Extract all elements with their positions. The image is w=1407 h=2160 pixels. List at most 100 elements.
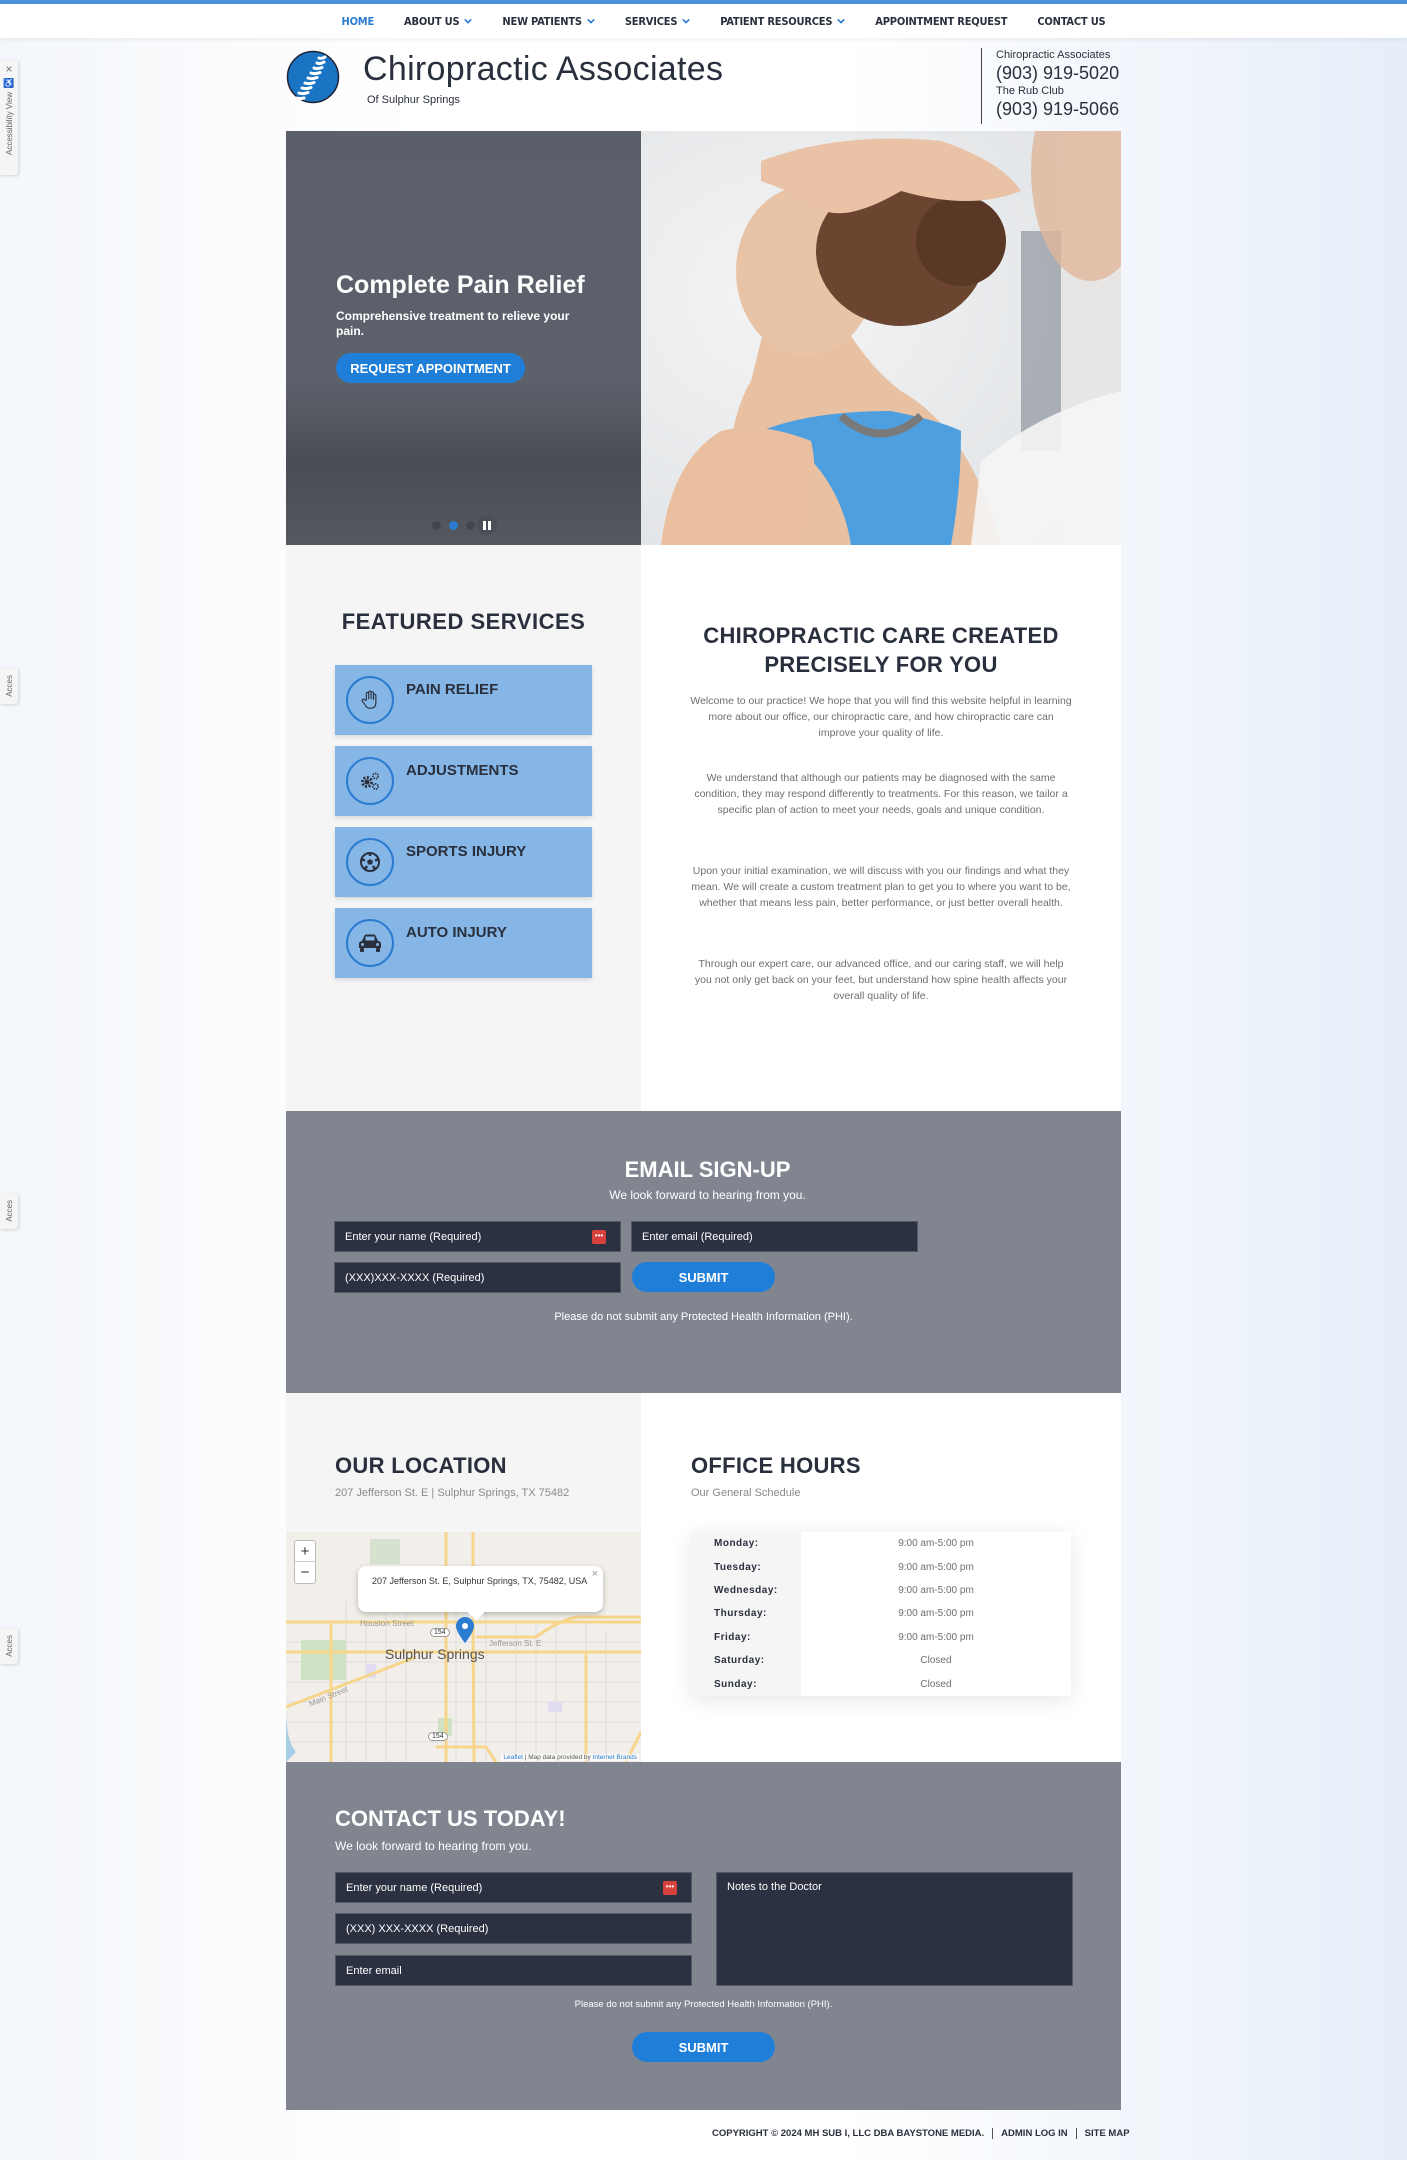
nav-item-contact-us[interactable]: CONTACT US <box>1022 15 1120 28</box>
contact-notes-field[interactable] <box>716 1872 1073 1986</box>
accessibility-view-label: Accessibility View <box>4 92 14 155</box>
hours-day: Thursday: <box>691 1602 801 1626</box>
location-map[interactable]: + − Houston Street Jefferson St. E Main … <box>286 1532 641 1762</box>
care-title: CHIROPRACTIC CARE CREATED PRECISELY FOR … <box>703 623 1059 677</box>
hours-day: Tuesday: <box>691 1555 801 1579</box>
copyright: COPYRIGHT © 2024 MH SUB I, LLC DBA BAYST… <box>712 2128 985 2139</box>
notes-textarea[interactable] <box>727 1881 1072 1981</box>
accessibility-tab-label: Acces <box>4 1200 14 1222</box>
nav-item-new-patients[interactable]: NEW PATIENTS <box>487 15 609 28</box>
slide-dot[interactable] <box>432 520 441 530</box>
signup-email-input[interactable] <box>642 1230 917 1243</box>
hours-day: Saturday: <box>691 1648 801 1673</box>
phone-link[interactable]: (903) 919-5066 <box>996 98 1119 120</box>
close-icon[interactable]: × <box>5 62 12 76</box>
accessibility-view-tab[interactable]: × ♿ Accessibility View <box>0 60 18 175</box>
nav-item-services[interactable]: SERVICES <box>610 15 705 28</box>
admin-login-link[interactable]: ADMIN LOG IN <box>1001 2128 1068 2139</box>
password-manager-icon[interactable]: ••• <box>592 1229 606 1244</box>
brand-name[interactable]: Chiropractic Associates <box>363 50 723 89</box>
contact-name-input[interactable] <box>346 1881 691 1894</box>
signup-submit-button[interactable]: SUBMIT <box>632 1262 775 1292</box>
contact-phone-field[interactable] <box>335 1913 692 1944</box>
signup-subtitle: We look forward to hearing from you. <box>609 1188 806 1202</box>
hours-time: 9:00 am-5:00 pm <box>898 1631 974 1643</box>
site-map-link[interactable]: SITE MAP <box>1085 2128 1130 2139</box>
slide-dot[interactable] <box>466 520 475 530</box>
hero-slider: Complete Pain Relief Comprehensive treat… <box>286 131 1121 545</box>
service-label: SPORTS INJURY <box>406 843 527 860</box>
route-shield: 154 <box>430 1628 450 1637</box>
close-icon[interactable]: × <box>592 1569 598 1580</box>
nav-item-about-us[interactable]: ABOUT US <box>389 15 487 28</box>
slider-dots <box>432 515 497 535</box>
hours-time: 9:00 am-5:00 pm <box>898 1584 974 1596</box>
signup-name-field[interactable]: ••• <box>334 1221 621 1252</box>
slide-dot-active[interactable] <box>449 520 458 530</box>
nav-item-patient-resources[interactable]: PATIENT RESOURCES <box>705 15 860 28</box>
contact-subtitle: We look forward to hearing from you. <box>335 1839 532 1853</box>
zoom-out-button[interactable]: − <box>295 1562 315 1583</box>
service-pain-relief[interactable]: PAIN RELIEF <box>335 665 592 735</box>
request-appointment-button[interactable]: REQUEST APPOINTMENT <box>336 353 525 383</box>
nav-label: NEW PATIENTS <box>502 14 582 28</box>
city-label: Sulphur Springs <box>385 1646 485 1662</box>
signup-phone-input[interactable] <box>345 1271 620 1284</box>
contact-email-field[interactable] <box>335 1955 692 1986</box>
accessibility-tab[interactable]: Acces <box>0 1628 18 1664</box>
spine-icon <box>286 50 340 104</box>
hours-time: 9:00 am-5:00 pm <box>898 1608 974 1620</box>
service-auto-injury[interactable]: AUTO INJURY <box>335 908 592 978</box>
provider-link[interactable]: Internet Brands <box>593 1754 637 1761</box>
chiropractor-photo <box>641 131 1121 545</box>
contact-submit-button[interactable]: SUBMIT <box>632 2032 775 2062</box>
contact-phone-input[interactable] <box>346 1922 691 1935</box>
service-sports-injury[interactable]: SPORTS INJURY <box>335 827 592 897</box>
street-label: Houston Street <box>360 1619 414 1628</box>
hours-table: Monday: 9:00 am-5:00 pm Tuesday: 9:00 am-5:… <box>691 1532 1071 1696</box>
signup-phone-field[interactable] <box>334 1262 621 1293</box>
location-address: 207 Jefferson St. E | Sulphur Springs, T… <box>335 1487 570 1499</box>
hours-row: Sunday: Closed <box>691 1672 1071 1696</box>
accessibility-tab[interactable]: Acces <box>0 1193 18 1229</box>
car-icon <box>359 934 381 952</box>
map-marker-icon[interactable] <box>456 1617 474 1643</box>
signup-name-input[interactable] <box>345 1230 620 1243</box>
contact-email-input[interactable] <box>346 1964 691 1977</box>
chevron-down-icon <box>682 18 691 24</box>
nav-label: ABOUT US <box>404 14 460 28</box>
signup-email-field[interactable] <box>631 1221 918 1252</box>
hours-day: Sunday: <box>691 1672 801 1696</box>
phone-link[interactable]: (903) 919-5020 <box>996 62 1119 84</box>
hours-row: Saturday: Closed <box>691 1648 1071 1673</box>
pause-button[interactable] <box>477 515 497 535</box>
hours-row: Wednesday: 9:00 am-5:00 pm <box>691 1578 1071 1603</box>
contact-name-field[interactable]: ••• <box>335 1872 692 1903</box>
divider <box>1075 2128 1077 2139</box>
accessibility-tab[interactable]: Acces <box>0 668 18 704</box>
password-manager-icon[interactable]: ••• <box>663 1880 677 1895</box>
care-paragraph: We understand that although our patients… <box>694 772 1068 816</box>
hours-time: Closed <box>920 1655 952 1667</box>
hand-icon <box>361 690 377 709</box>
nav-item-appointment-request[interactable]: APPOINTMENT REQUEST <box>860 15 1022 28</box>
nav-label: CONTACT US <box>1037 14 1106 28</box>
hours-day: Monday: <box>691 1532 801 1556</box>
wheelchair-icon: ♿ <box>3 78 15 88</box>
logo[interactable] <box>286 50 340 104</box>
hours-row: Thursday: 9:00 am-5:00 pm <box>691 1602 1071 1626</box>
hours-day: Wednesday: <box>691 1578 801 1603</box>
brand-subtitle: Of Sulphur Springs <box>367 94 460 106</box>
service-adjustments[interactable]: ADJUSTMENTS <box>335 746 592 816</box>
location-panel: OUR LOCATION 207 Jefferson St. E | Sulph… <box>286 1393 641 1762</box>
email-signup-section: EMAIL SIGN-UP We look forward to hearing… <box>286 1111 1121 1393</box>
features-section: FEATURED SERVICES PAIN RELIEF ADJUSTMENT… <box>286 545 1121 1111</box>
service-label: PAIN RELIEF <box>406 681 499 698</box>
hero-subtitle: Comprehensive treatment to relieve your … <box>336 309 570 338</box>
featured-services-title: FEATURED SERVICES <box>341 609 586 634</box>
pause-icon <box>483 520 486 530</box>
zoom-in-button[interactable]: + <box>295 1541 315 1562</box>
nav-item-home[interactable]: HOME <box>327 15 390 28</box>
map-zoom-control: + − <box>294 1540 316 1584</box>
leaflet-link[interactable]: Leaflet <box>503 1754 523 1761</box>
